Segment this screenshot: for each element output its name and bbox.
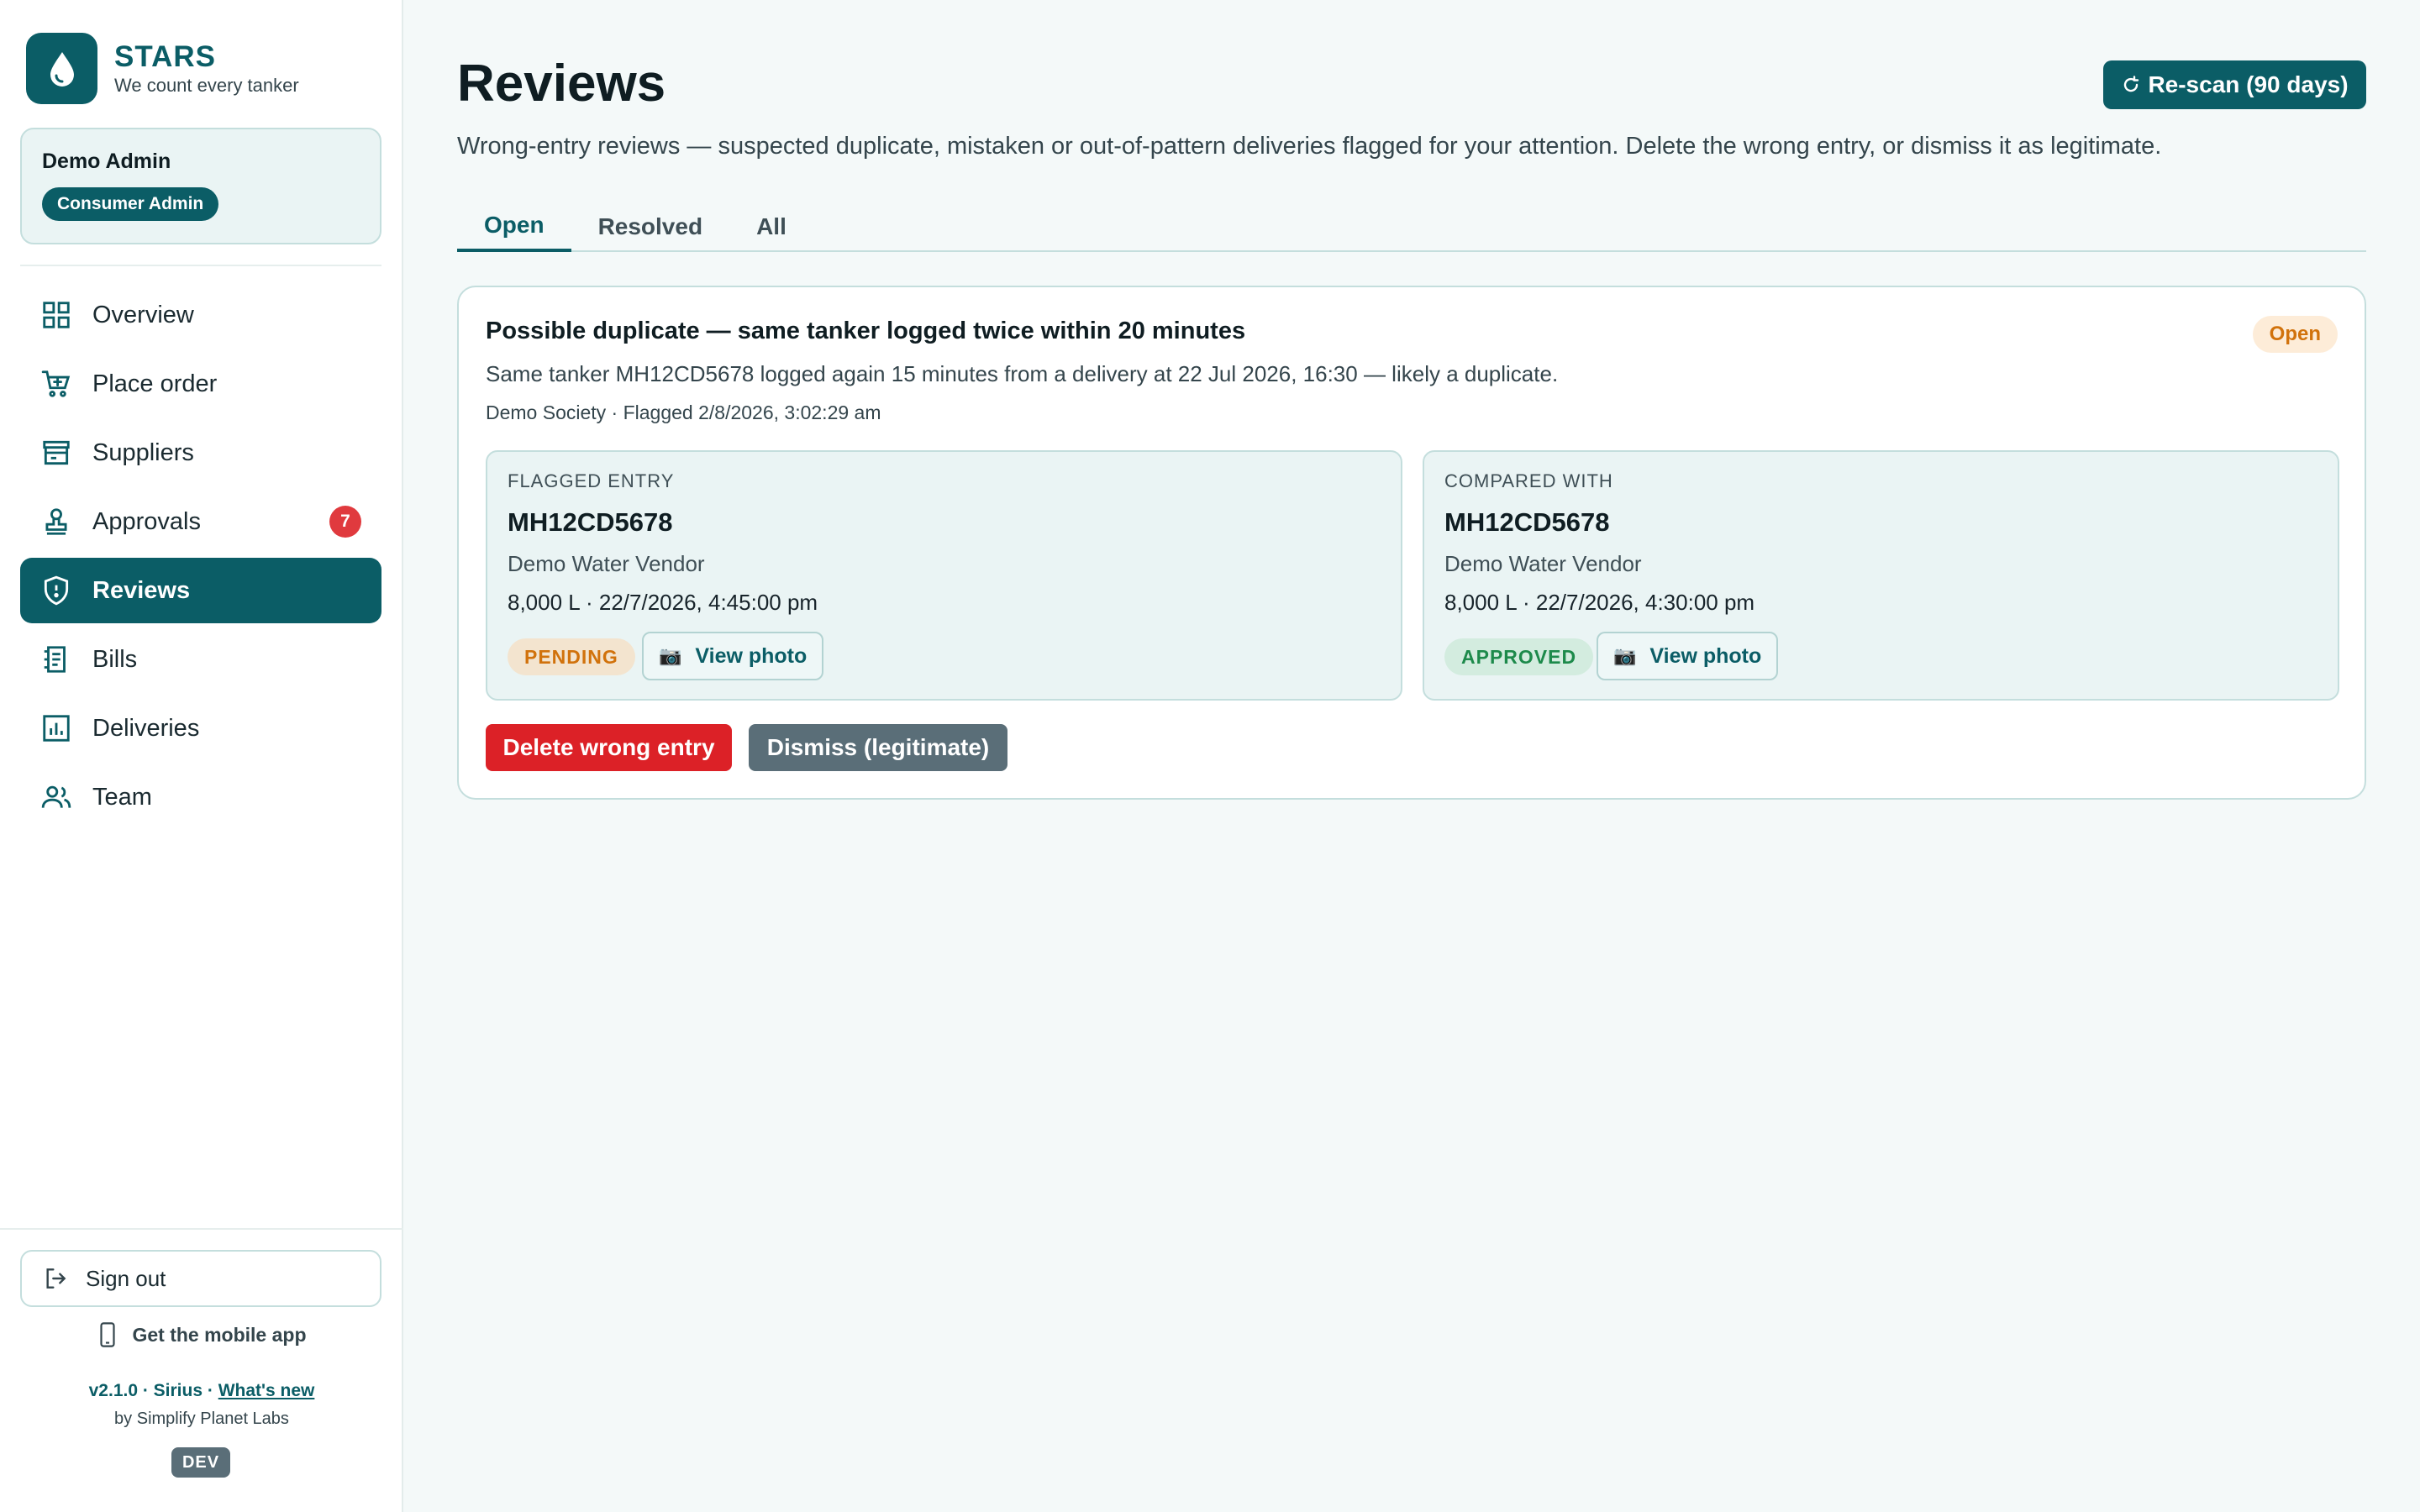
- byline: by Simplify Planet Labs: [114, 1410, 289, 1428]
- mobile-app-label: Get the mobile app: [132, 1323, 307, 1346]
- receipt-icon: [44, 646, 66, 673]
- phone-icon: [100, 1322, 116, 1347]
- brand-tagline: We count every tanker: [114, 74, 299, 96]
- sidebar-divider: [20, 265, 381, 266]
- entry-detail: 8,000 L · 22/7/2026, 4:30:00 pm: [1444, 590, 1755, 615]
- sidebar-item-reviews[interactable]: Reviews: [20, 558, 381, 623]
- page-title: Reviews: [457, 55, 666, 113]
- sidebar-item-deliveries[interactable]: Deliveries: [20, 696, 381, 761]
- brand-name: STARS: [114, 39, 217, 73]
- sidebar-item-label: Deliveries: [92, 714, 200, 742]
- tab-open[interactable]: Open: [457, 202, 571, 252]
- logout-icon: [46, 1268, 66, 1289]
- sidebar-item-label: Place order: [92, 370, 218, 397]
- entry-state-badge: APPROVED: [1444, 638, 1594, 675]
- delete-wrong-entry-button[interactable]: Delete wrong entry: [486, 724, 732, 771]
- entry-label: COMPARED WITH: [1444, 470, 1613, 491]
- view-photo-button[interactable]: 📷 View photo: [1597, 632, 1779, 680]
- version-info: v2.1.0 · Sirius · What's new: [0, 1381, 403, 1401]
- user-card: Demo Admin Consumer Admin: [20, 128, 381, 244]
- version-label: v2.1.0 · Sirius ·: [88, 1381, 218, 1400]
- view-photo-button[interactable]: 📷 View photo: [642, 632, 824, 680]
- rescan-button[interactable]: Re-scan (90 days): [2103, 60, 2366, 109]
- camera-icon: 📷: [1613, 645, 1637, 666]
- entry-plate: MH12CD5678: [508, 507, 673, 537]
- cart-icon: [41, 370, 71, 397]
- dismiss-button[interactable]: Dismiss (legitimate): [749, 724, 1007, 771]
- tab-resolved[interactable]: Resolved: [571, 202, 730, 252]
- sidebar-item-place-order[interactable]: Place order: [20, 351, 381, 417]
- shield-icon: [44, 575, 69, 606]
- sidebar-item-team[interactable]: Team: [20, 764, 381, 830]
- sidebar-footer-divider: [0, 1228, 403, 1230]
- brand[interactable]: STARS We count every tanker: [26, 33, 299, 104]
- user-name: Demo Admin: [42, 150, 171, 173]
- approvals-count-badge: 7: [329, 506, 361, 538]
- store-icon: [43, 440, 70, 465]
- refresh-icon: [2124, 76, 2139, 92]
- sign-out-label: Sign out: [86, 1265, 166, 1291]
- people-icon: [41, 785, 71, 808]
- sidebar-nav: Overview Place order Suppliers Approvals…: [20, 282, 381, 833]
- review-tabs: Open Resolved All: [457, 202, 2366, 252]
- sidebar-item-label: Suppliers: [92, 438, 194, 466]
- sidebar-item-suppliers[interactable]: Suppliers: [20, 420, 381, 486]
- role-badge: Consumer Admin: [42, 187, 219, 221]
- review-meta: Demo Society · Flagged 2/8/2026, 3:02:29…: [486, 402, 881, 423]
- sidebar-item-label: Team: [92, 783, 152, 811]
- view-photo-label: View photo: [695, 643, 808, 668]
- water-drop-icon: [26, 33, 97, 104]
- entry-label: FLAGGED ENTRY: [508, 470, 675, 491]
- review-description: Same tanker MH12CD5678 logged again 15 m…: [486, 361, 1559, 386]
- sidebar-item-approvals[interactable]: Approvals 7: [20, 489, 381, 554]
- entry-vendor: Demo Water Vendor: [508, 551, 705, 576]
- grid-icon: [43, 302, 70, 328]
- whats-new-link[interactable]: What's new: [218, 1381, 315, 1400]
- review-card: Possible duplicate — same tanker logged …: [457, 286, 2366, 800]
- env-badge: DEV: [171, 1447, 230, 1478]
- camera-icon: 📷: [659, 645, 682, 666]
- compared-entry-card: COMPARED WITH MH12CD5678 Demo Water Vend…: [1423, 450, 2339, 701]
- bar-chart-icon: [43, 715, 70, 742]
- sidebar-item-bills[interactable]: Bills: [20, 627, 381, 692]
- entry-plate: MH12CD5678: [1444, 507, 1610, 537]
- sidebar-item-label: Overview: [92, 301, 194, 328]
- stamp-icon: [45, 508, 67, 535]
- status-badge: Open: [2252, 316, 2338, 353]
- flagged-entry-card: FLAGGED ENTRY MH12CD5678 Demo Water Vend…: [486, 450, 1402, 701]
- view-photo-label: View photo: [1649, 643, 1762, 668]
- entry-state-badge: PENDING: [508, 638, 635, 675]
- entry-vendor: Demo Water Vendor: [1444, 551, 1642, 576]
- sign-out-button[interactable]: Sign out: [20, 1250, 381, 1307]
- sidebar-item-overview[interactable]: Overview: [20, 282, 381, 348]
- sidebar-item-label: Reviews: [92, 576, 191, 604]
- get-mobile-app-link[interactable]: Get the mobile app: [0, 1322, 403, 1347]
- page-subtitle: Wrong-entry reviews — suspected duplicat…: [457, 133, 2162, 160]
- tab-all[interactable]: All: [729, 202, 813, 252]
- rescan-label: Re-scan (90 days): [2148, 71, 2349, 97]
- entry-detail: 8,000 L · 22/7/2026, 4:45:00 pm: [508, 590, 818, 615]
- review-title: Possible duplicate — same tanker logged …: [486, 318, 1246, 344]
- sidebar: STARS We count every tanker Demo Admin C…: [0, 0, 403, 1512]
- sidebar-item-label: Approvals: [92, 507, 201, 535]
- sidebar-item-label: Bills: [92, 645, 138, 673]
